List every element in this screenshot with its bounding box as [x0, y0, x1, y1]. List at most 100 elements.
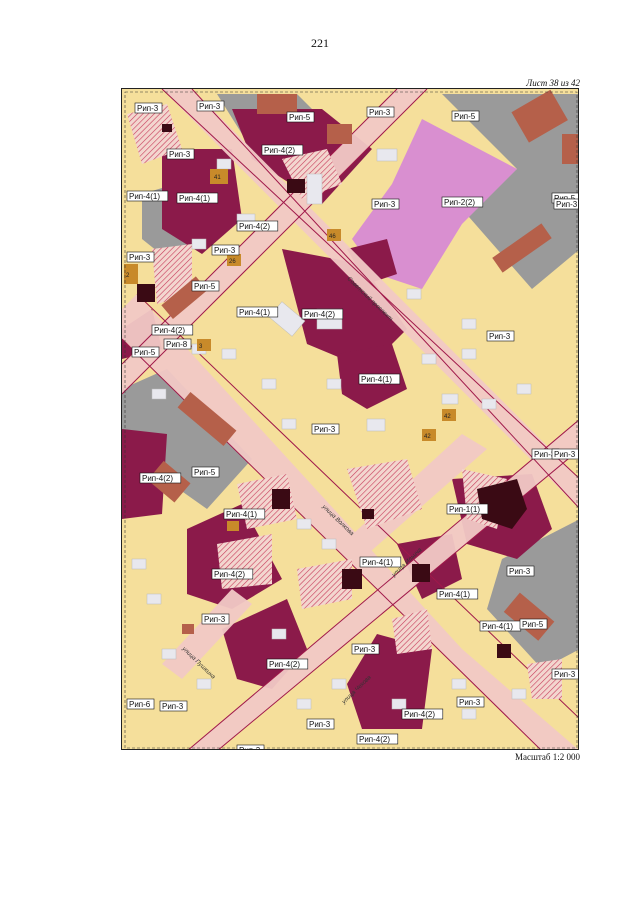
zone-label: Рип-4(1): [223, 508, 266, 520]
zone-label-text: Рип-3: [369, 108, 391, 117]
zone-label: Рип-4(2): [266, 658, 309, 670]
zone-label: Рип-4(2): [261, 144, 304, 156]
zone-label: Рип-4(2): [211, 568, 254, 580]
zone-label: Рип-3: [196, 100, 225, 112]
zone-label: Рип-5: [131, 346, 160, 358]
zone-label: Рип-3: [201, 613, 230, 625]
zone-label: Рип-4(2): [301, 308, 344, 320]
page-number: 221: [311, 36, 329, 50]
zone-label-text: Рип-3: [489, 332, 511, 341]
parcel-number: 41: [214, 175, 221, 181]
zone-label-text: Рип-5: [289, 113, 311, 122]
zone-label-text: Рип-4(2): [304, 310, 335, 319]
zone-label: Рип-3: [134, 102, 163, 114]
zone-label-text: Рип-3: [554, 670, 576, 679]
zone-label: Рип-3: [126, 251, 155, 263]
zone-label-text: Рип-4(2): [154, 326, 185, 335]
zone-label-text: Рип-4(2): [214, 570, 245, 579]
zone-label: Рип-3: [311, 423, 340, 435]
zone-label: Рип-4(1): [359, 556, 402, 568]
zone-label-text: Рип-5: [454, 112, 476, 121]
zone-label-text: Рип-3: [459, 698, 481, 707]
zone-label: Рип-3: [506, 565, 535, 577]
zone-label: Рип-3: [306, 718, 335, 730]
zone-label: Рип-4(1): [126, 190, 169, 202]
zone-label-text: Рип-3: [309, 720, 331, 729]
zone-label-text: Рип-1(1): [449, 505, 480, 514]
zone-label: Рип-5: [191, 280, 220, 292]
zone-label-text: Рип-3: [354, 645, 376, 654]
zone-label-text: Рип-3: [204, 615, 226, 624]
zone-label: Рип-3: [166, 148, 195, 160]
zone-label-text: Рип-4(1): [179, 194, 210, 203]
zone-label-text: Рип-3: [129, 253, 151, 262]
parcel-number: 26: [229, 259, 236, 265]
zone-label-text: Рип-4(1): [129, 192, 160, 201]
zone-label: Рип-6: [126, 698, 155, 710]
zone-label: Рип-4(2): [151, 324, 194, 336]
zone-label-text: Рип-3: [239, 746, 261, 750]
zone-label: Рип-3: [551, 448, 578, 460]
zone-label-text: Рип-3: [314, 425, 336, 434]
zone-label-text: Рип-4(1): [482, 622, 513, 631]
zone-label: Рип-3: [456, 696, 485, 708]
zone-label-text: Рип-4(2): [264, 146, 295, 155]
zone-label: Рип-4(1): [358, 373, 401, 385]
zone-label-text: Рип-3: [374, 200, 396, 209]
zone-label: Рип-3: [366, 106, 395, 118]
zone-label-text: Рип-3: [199, 102, 221, 111]
parcel-number: 42: [424, 434, 431, 440]
zone-label-text: Рип-5: [194, 282, 216, 291]
zone-label-text: Рип-4(1): [226, 510, 257, 519]
zone-label: Рип-5: [519, 618, 548, 630]
zone-label: Рип-4(1): [236, 306, 279, 318]
zone-label-text: Рип-3: [509, 567, 531, 576]
zone-label: Рип-5: [451, 110, 480, 122]
zone-label-text: Рип-3: [556, 200, 578, 209]
zone-label: Рип-5: [191, 466, 220, 478]
zone-label-text: Рип-5: [134, 348, 156, 357]
zone-label: Рип-3: [351, 643, 380, 655]
zone-label-text: Рип-3: [554, 450, 576, 459]
zone-label: Рип-2(2): [441, 196, 484, 208]
zone-label: Рип-5: [286, 111, 315, 123]
zone-label-text: Рип-4(1): [439, 590, 470, 599]
zone-label-text: Рип-4(1): [239, 308, 270, 317]
scale-label: Масштаб 1:2 000: [514, 752, 580, 762]
zoning-map[interactable]: Советский проспект улица Волкова улица И…: [121, 88, 579, 750]
zone-label-text: Рип-4(1): [362, 558, 393, 567]
zone-label: Рип-4(2): [139, 472, 182, 484]
zone-label: Рип-4(2): [401, 708, 444, 720]
zone-label-text: Рип-4(2): [142, 474, 173, 483]
sheet-label: Лист 38 из 42: [526, 78, 580, 88]
zone-label: Рип-4(2): [236, 220, 279, 232]
zone-label-text: Рип-3: [162, 702, 184, 711]
zone-label-text: Рип-2(2): [444, 198, 475, 207]
zone-label: Рип-4(2): [356, 733, 399, 745]
zone-label: Рип-4(1): [479, 620, 522, 632]
zone-label: Рип-4(1): [436, 588, 479, 600]
zone-label-text: Рип-3: [137, 104, 159, 113]
zone-label-text: Рип-4(2): [239, 222, 270, 231]
zone-label-text: Рип-4(2): [404, 710, 435, 719]
zone-label: Рип-3: [371, 198, 400, 210]
zone-label-text: Рип-4(1): [361, 375, 392, 384]
zone-label-text: Рип-4(2): [269, 660, 300, 669]
zone-label: Рип-3: [211, 244, 240, 256]
zone-label-text: Рип-5: [194, 468, 216, 477]
parcel-number: 42: [444, 414, 451, 420]
zone-label-text: Рип-5: [522, 620, 544, 629]
zone-label-text: Рип-6: [129, 700, 151, 709]
zone-label-text: Рип-8: [166, 340, 188, 349]
zone-label: Рип-4(1): [176, 192, 219, 204]
zone-label-text: Рип-3: [214, 246, 236, 255]
zone-label: Рип-3: [551, 668, 578, 680]
zone-label: Рип-1(1): [446, 503, 489, 515]
zone-label: Рип-3: [486, 330, 515, 342]
parcel-number: 46: [329, 234, 336, 240]
zone-label-text: Рип-4(2): [359, 735, 390, 744]
zone-label: Рип-3: [553, 198, 578, 210]
zone-label: Рип-3: [236, 744, 265, 750]
zone-label-text: Рип-3: [169, 150, 191, 159]
zone-label: Рип-3: [159, 700, 188, 712]
